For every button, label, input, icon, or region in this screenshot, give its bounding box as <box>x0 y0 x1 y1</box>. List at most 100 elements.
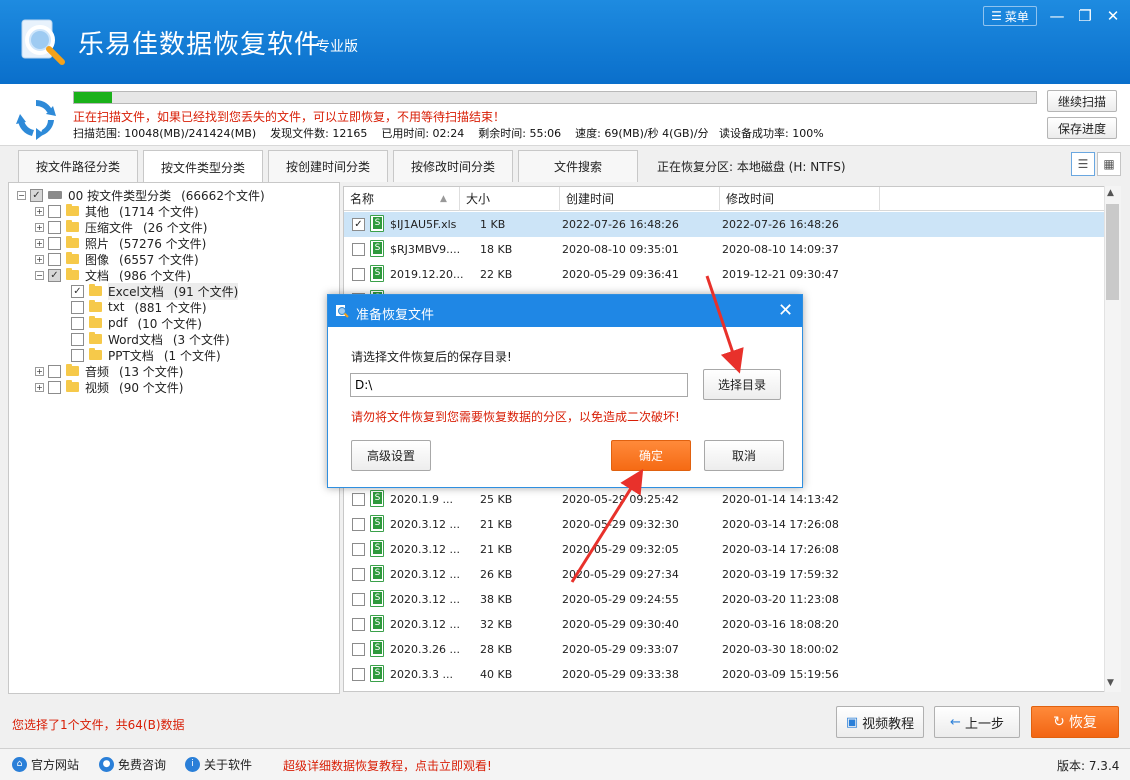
cancel-button[interactable]: 取消 <box>704 440 784 471</box>
row-checkbox[interactable] <box>352 618 365 631</box>
table-row[interactable]: 2020.3.3 ... 40 KB 2020-05-29 09:33:38 2020… <box>344 662 1104 687</box>
tab-by-type[interactable]: 按文件类型分类 <box>143 150 263 183</box>
tree-checkbox[interactable] <box>48 252 61 266</box>
free-consult-label: 免费咨询 <box>118 758 167 772</box>
tree-item-txt[interactable]: txt (881 个文件) <box>71 299 207 315</box>
table-row[interactable]: 2020.3.12 ... 21 KB 2020-05-29 09:32:05 202… <box>344 537 1104 562</box>
list-view-icon[interactable]: ☰ <box>1071 152 1095 176</box>
expand-icon[interactable]: + <box>35 254 44 264</box>
row-checkbox[interactable] <box>352 243 365 256</box>
tree-item-count: (26 个文件) <box>143 220 208 235</box>
recover-label: 恢复 <box>1068 715 1097 731</box>
tree-checkbox[interactable] <box>48 364 61 378</box>
table-row[interactable]: 2020.3.12 ... 32 KB 2020-05-29 09:30:40 202… <box>344 612 1104 637</box>
tree-item-label: 压缩文件 <box>85 220 134 235</box>
video-tutorial-button[interactable]: ▣ 视频教程 <box>836 706 924 738</box>
tree-item-photo[interactable]: + 照片 (57276 个文件) <box>35 235 206 251</box>
close-icon[interactable]: ✕ <box>1100 4 1126 28</box>
row-checkbox[interactable] <box>352 518 365 531</box>
expand-icon[interactable]: + <box>35 366 44 376</box>
tree-checkbox[interactable] <box>71 316 84 330</box>
tree-checkbox[interactable] <box>48 380 61 394</box>
official-site-link[interactable]: ⌂ 官方网站 <box>12 756 79 773</box>
tree-item-pdf[interactable]: pdf (10 个文件) <box>71 315 202 331</box>
table-row[interactable]: 2020.3.26 ... 28 KB 2020-05-29 09:33:07 202… <box>344 637 1104 662</box>
advanced-settings-button[interactable]: 高级设置 <box>351 440 431 471</box>
refresh-icon: ↻ <box>1053 714 1065 730</box>
tutorial-promo-link[interactable]: 超级详细数据恢复教程，点击立即观看! <box>283 757 492 774</box>
row-checkbox[interactable] <box>352 643 365 656</box>
free-consult-link[interactable]: ● 免费咨询 <box>99 756 166 773</box>
expand-icon[interactable]: + <box>35 206 44 216</box>
ok-button[interactable]: 确定 <box>611 440 691 471</box>
close-icon[interactable]: ✕ <box>778 300 793 321</box>
row-checkbox[interactable] <box>352 668 365 681</box>
tree-checkbox[interactable] <box>48 220 61 234</box>
row-checkbox[interactable] <box>352 593 365 606</box>
tree-item-label: txt <box>108 300 125 314</box>
tree-item-ppt[interactable]: PPT文档 (1 个文件) <box>71 347 221 363</box>
tree-root[interactable]: − ✓ 00 按文件类型分类 (66662个文件) <box>17 187 265 203</box>
grid-view-icon[interactable]: ▦ <box>1097 152 1121 176</box>
minimize-icon[interactable]: — <box>1044 4 1070 28</box>
continue-scan-button[interactable]: 继续扫描 <box>1047 90 1117 112</box>
menu-button[interactable]: ☰ 菜单 <box>983 6 1037 26</box>
tab-by-created[interactable]: 按创建时间分类 <box>268 150 388 182</box>
table-row[interactable]: 2020.3.12 ... 26 KB 2020-05-29 09:27:34 202… <box>344 562 1104 587</box>
scroll-down-icon[interactable]: ▼ <box>1107 678 1114 688</box>
expand-icon[interactable]: + <box>35 238 44 248</box>
scrollbar-thumb[interactable] <box>1106 204 1119 300</box>
tree-item-word[interactable]: Word文档 (3 个文件) <box>71 331 230 347</box>
cell-name: 2019.12.20... <box>390 268 464 281</box>
row-checkbox[interactable] <box>352 493 365 506</box>
previous-step-button[interactable]: ← 上一步 <box>934 706 1020 738</box>
row-checkbox[interactable]: ✓ <box>352 218 365 231</box>
tree-item-audio[interactable]: + 音频 (13 个文件) <box>35 363 183 379</box>
file-type-tree: − ✓ 00 按文件类型分类 (66662个文件) + 其他 (1714 个文件) … <box>8 182 340 694</box>
column-created[interactable]: 创建时间 <box>560 187 720 211</box>
cell-modified: 2020-03-20 11:23:08 <box>722 593 839 606</box>
tab-file-search[interactable]: 文件搜索 <box>518 150 638 182</box>
cell-size: 1 KB <box>480 218 506 231</box>
row-checkbox[interactable] <box>352 543 365 556</box>
tab-by-path[interactable]: 按文件路径分类 <box>18 150 138 182</box>
collapse-icon[interactable]: − <box>35 270 44 280</box>
row-checkbox[interactable] <box>352 268 365 281</box>
scroll-up-icon[interactable]: ▲ <box>1107 188 1114 198</box>
column-modified[interactable]: 修改时间 <box>720 187 880 211</box>
table-row[interactable]: 2020.3.12 ... 21 KB 2020-05-29 09:32:30 202… <box>344 512 1104 537</box>
table-row[interactable]: 2019.12.20... 22 KB 2020-05-29 09:36:41 201… <box>344 262 1104 287</box>
table-row[interactable]: ✓ $IJ1AU5F.xls 1 KB 2022-07-26 16:48:26 2022… <box>344 212 1104 237</box>
tree-item-document[interactable]: − ✓ 文档 (986 个文件) <box>35 267 191 283</box>
tree-item-video[interactable]: + 视频 (90 个文件) <box>35 379 183 395</box>
table-row[interactable]: $RJ3MBV9.... 18 KB 2020-08-10 09:35:01 2020… <box>344 237 1104 262</box>
row-checkbox[interactable] <box>352 568 365 581</box>
save-progress-button[interactable]: 保存进度 <box>1047 117 1117 139</box>
tab-by-modified[interactable]: 按修改时间分类 <box>393 150 513 182</box>
tree-item-image[interactable]: + 图像 (6557 个文件) <box>35 251 199 267</box>
restore-icon[interactable]: ❐ <box>1072 4 1098 28</box>
tree-checkbox[interactable] <box>71 348 84 362</box>
excel-file-icon <box>370 265 384 282</box>
column-size[interactable]: 大小 <box>460 187 560 211</box>
about-software-link[interactable]: i 关于软件 <box>185 756 252 773</box>
expand-icon[interactable]: + <box>35 222 44 232</box>
column-name[interactable]: 名称 ▲ <box>344 187 460 211</box>
tree-checkbox[interactable]: ✓ <box>30 188 43 202</box>
save-path-input[interactable] <box>350 373 688 397</box>
tree-checkbox[interactable] <box>48 236 61 250</box>
table-row[interactable]: 2020.1.9 ... 25 KB 2020-05-29 09:25:42 2020… <box>344 487 1104 512</box>
tree-checkbox[interactable]: ✓ <box>48 268 61 282</box>
tree-checkbox[interactable]: ✓ <box>71 284 84 298</box>
tree-checkbox[interactable] <box>71 332 84 346</box>
tree-item-excel[interactable]: ✓ Excel文档 (91 个文件) <box>71 282 239 300</box>
tree-checkbox[interactable] <box>71 300 84 314</box>
choose-directory-button[interactable]: 选择目录 <box>703 369 781 400</box>
tree-checkbox[interactable] <box>48 204 61 218</box>
tree-item-archive[interactable]: + 压缩文件 (26 个文件) <box>35 219 207 235</box>
tree-item-other[interactable]: + 其他 (1714 个文件) <box>35 203 199 219</box>
recover-button[interactable]: ↻ 恢复 <box>1031 706 1119 738</box>
collapse-icon[interactable]: − <box>17 190 26 200</box>
expand-icon[interactable]: + <box>35 382 44 392</box>
table-row[interactable]: 2020.3.12 ... 38 KB 2020-05-29 09:24:55 202… <box>344 587 1104 612</box>
